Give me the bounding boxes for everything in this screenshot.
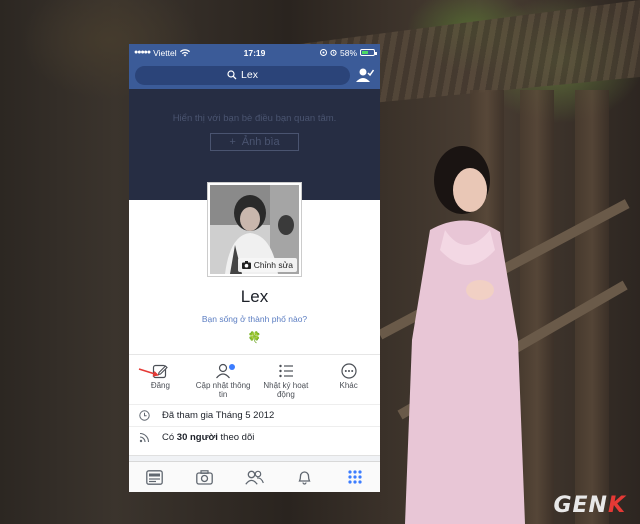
list-icon [279, 364, 293, 378]
camera-icon [195, 469, 213, 485]
alarm-icon [330, 49, 337, 56]
activity-log-label: Nhật ký hoạt động [263, 381, 309, 399]
update-info-label: Cập nhật thông tin [195, 381, 251, 399]
tab-notifications[interactable] [280, 469, 330, 485]
annotation-arrow [138, 368, 159, 377]
clover-emoji: 🍀 [247, 332, 262, 344]
more-label: Khác [339, 381, 358, 390]
phone-screen: ●●●●● Viettel 17:19 58% Lex Hiển thị với… [129, 44, 380, 492]
bottom-tab-bar [129, 461, 380, 492]
tab-menu[interactable] [330, 470, 380, 484]
followers-count: 30 người [176, 432, 218, 443]
search-icon [227, 70, 237, 80]
tab-camera[interactable] [179, 469, 229, 485]
post-button[interactable]: Đăng [129, 355, 192, 404]
activity-log-button[interactable]: Nhật ký hoạt động [255, 355, 318, 404]
signal-icon: ●●●●● [134, 49, 151, 56]
profile-picture[interactable]: Chỉnh sửa [208, 183, 301, 276]
tab-friends[interactable] [229, 470, 279, 485]
top-nav: Lex [129, 61, 380, 89]
post-label: Đăng [150, 381, 170, 390]
bell-icon [298, 471, 311, 485]
joined-text: Đã tham gia Tháng 5 2012 [162, 410, 275, 421]
add-cover-label: Ảnh bìa [241, 136, 280, 148]
clock-icon [139, 410, 150, 421]
notification-dot [229, 364, 236, 370]
camera-icon [241, 261, 251, 269]
wifi-icon [179, 48, 190, 56]
profile-actions: Đăng Cập nhật thông tin Nhật ký hoạt độn… [129, 354, 380, 404]
profile-name: Lex [240, 287, 269, 306]
followers-prefix: Có [162, 432, 175, 443]
status-bar: ●●●●● Viettel 17:19 58% [129, 44, 380, 61]
woman-figure [405, 146, 525, 524]
more-button[interactable]: Khác [317, 355, 380, 404]
edit-photo-label: Chỉnh sửa [253, 260, 293, 270]
cover-hint: Hiển thị với bạn bè điều bạn quan tâm. [172, 113, 337, 124]
followers-row[interactable]: Có 30 người theo dõi [129, 426, 380, 448]
joined-row: Đã tham gia Tháng 5 2012 [129, 404, 380, 426]
battery-icon [360, 49, 377, 56]
plus-icon: + [229, 136, 236, 148]
edit-photo-button[interactable]: Chỉnh sửa [237, 258, 297, 272]
friend-requests-button[interactable] [350, 67, 374, 83]
news-feed-icon [145, 469, 163, 485]
more-icon [341, 363, 357, 379]
watermark-logo: GENK [553, 493, 626, 518]
friend-request-icon [356, 68, 374, 82]
carrier-label: Viettel [153, 47, 177, 58]
friends-icon [245, 470, 264, 485]
rss-icon [139, 432, 150, 443]
followers-suffix: theo dõi [220, 432, 255, 443]
add-cover-button[interactable]: + Ảnh bìa [210, 133, 299, 151]
update-info-button[interactable]: Cập nhật thông tin [192, 355, 255, 404]
search-query: Lex [241, 69, 258, 81]
city-prompt-link[interactable]: Bạn sống ở thành phố nào? [129, 314, 380, 324]
search-input[interactable]: Lex [135, 65, 350, 85]
battery-percent: 58% [339, 47, 357, 58]
location-icon [319, 49, 327, 56]
menu-grid-icon [348, 470, 362, 484]
tab-news-feed[interactable] [129, 469, 179, 485]
